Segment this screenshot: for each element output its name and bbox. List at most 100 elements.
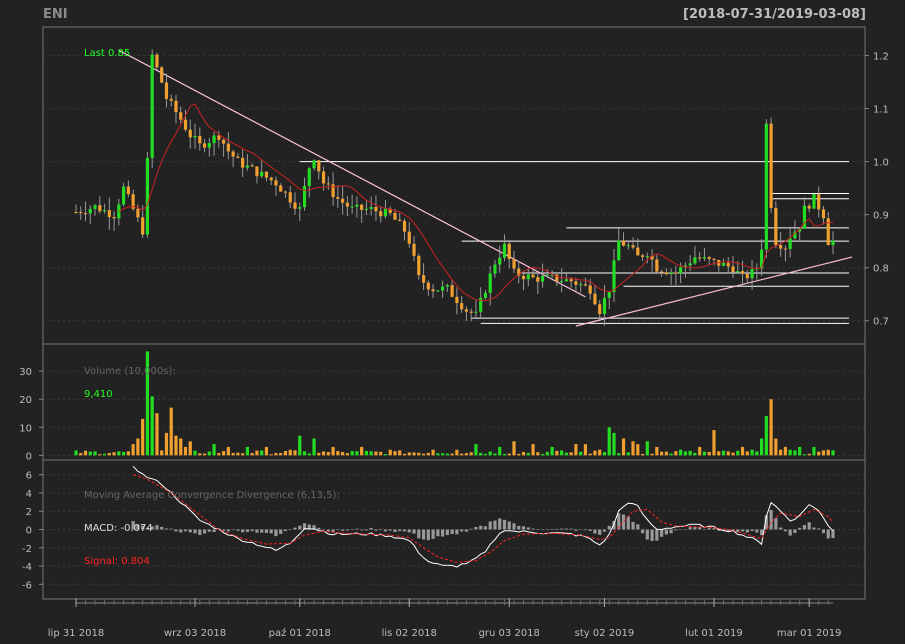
volume-bar: [122, 451, 126, 456]
candle-down: [202, 143, 207, 148]
volume-bar: [583, 444, 588, 456]
volume-bar: [812, 446, 816, 456]
volume-bar: [164, 432, 169, 456]
volume-bar: [479, 452, 483, 456]
volume-bar: [817, 451, 821, 456]
volume-bar: [802, 454, 807, 456]
volume-bar: [312, 438, 316, 456]
macd-histogram-bar: [679, 529, 683, 530]
volume-bar: [421, 453, 426, 456]
macd-histogram-bar: [540, 529, 545, 530]
macd-histogram-bar: [274, 529, 278, 537]
volume-bar: [740, 446, 745, 456]
y-tick-label: 1.0: [873, 158, 889, 169]
macd-histogram-bar: [188, 529, 192, 533]
macd-histogram-bar: [821, 529, 826, 534]
volume-bar: [155, 413, 159, 456]
macd-histogram-bar: [293, 527, 297, 530]
candle-down: [255, 166, 259, 177]
macd-histogram-bar: [526, 527, 530, 530]
volume-bar: [826, 449, 830, 456]
macd-histogram-bar: [583, 529, 588, 531]
macd-histogram-bar: [445, 529, 449, 536]
candle-down: [393, 212, 397, 220]
candle-up: [750, 269, 754, 279]
candle-down: [264, 171, 269, 178]
volume-bar: [412, 452, 416, 456]
candle-down: [774, 207, 778, 246]
candle-up: [602, 297, 607, 315]
macd-histogram-bar: [731, 529, 735, 530]
macd-histogram-bar: [555, 528, 559, 530]
macd-histogram-bar: [498, 518, 502, 530]
last-price-label: Last 0.85: [84, 48, 130, 59]
volume-bar: [398, 450, 402, 456]
macd-histogram-bar: [793, 529, 797, 534]
volume-bar: [664, 451, 668, 456]
macd-histogram-bar: [355, 528, 359, 530]
volume-bar: [788, 449, 792, 456]
macd-histogram-bar: [207, 529, 211, 532]
volume-bar: [721, 450, 726, 456]
candle-down: [769, 123, 773, 208]
candle-down: [236, 156, 240, 158]
volume-bar: [117, 451, 121, 456]
candle-down: [231, 151, 235, 157]
candle-up: [560, 281, 564, 283]
signal-line: [132, 474, 834, 563]
volume-bar: [607, 427, 611, 456]
macd-histogram-bar: [531, 528, 535, 530]
macd-histogram-bar: [602, 529, 607, 532]
macd-histogram-bar: [507, 521, 511, 530]
volume-bar: [355, 451, 359, 456]
macd-title: Moving Average Convergence Divergence (6…: [84, 490, 340, 501]
y-tick-label: 4: [26, 489, 32, 500]
volume-bar: [793, 450, 797, 456]
volume-bar: [745, 451, 749, 456]
volume-bar: [712, 430, 716, 456]
volume-bar: [493, 453, 497, 456]
macd-histogram-bar: [640, 529, 645, 534]
candle-down: [740, 271, 745, 274]
candle-down: [179, 112, 183, 120]
candle-up: [693, 257, 697, 264]
y-tick-label: 0.9: [873, 211, 889, 222]
macd-histogram-bar: [426, 529, 430, 541]
candle-down: [588, 285, 592, 294]
candle-down: [407, 231, 411, 244]
candle-up: [564, 279, 568, 282]
macd-histogram-bar: [474, 526, 478, 530]
macd-histogram-bar: [574, 529, 578, 531]
candle-down: [536, 277, 540, 282]
volume-bar: [231, 452, 235, 456]
macd-histogram-bar: [817, 528, 821, 530]
macd-histogram-bar: [826, 529, 830, 539]
volume-bar: [717, 451, 721, 456]
macd-histogram-bar: [683, 529, 688, 530]
volume-bar: [364, 450, 369, 456]
volume-bar: [550, 446, 554, 456]
candle-up: [579, 284, 583, 286]
x-tick-label: lut 01 2019: [685, 628, 743, 639]
macd-histogram-bar: [783, 529, 787, 532]
volume-bar: [302, 451, 307, 456]
time-x-axis: lip 31 2018 wrz 03 2018 paź 01 2018 lis 02 …: [48, 598, 841, 639]
volume-bar: [88, 451, 92, 456]
volume-bar: [669, 453, 673, 456]
macd-histogram-bar: [283, 529, 288, 532]
candle-down: [464, 309, 469, 312]
candle-down: [188, 129, 192, 138]
y-tick-label: 0.8: [873, 264, 889, 275]
volume-bar: [369, 451, 373, 456]
y-tick-label: 1.1: [873, 105, 889, 116]
macd-histogram-bar: [269, 529, 273, 534]
candle-down: [521, 275, 526, 280]
candle-down: [621, 240, 626, 246]
volume-bar: [764, 416, 768, 456]
x-tick-label: lip 31 2018: [48, 628, 104, 639]
candle-up: [764, 123, 768, 250]
candle-down: [574, 281, 578, 285]
volume-bar: [221, 451, 226, 456]
volume-bar: [131, 444, 135, 456]
volume-bar: [326, 452, 330, 456]
